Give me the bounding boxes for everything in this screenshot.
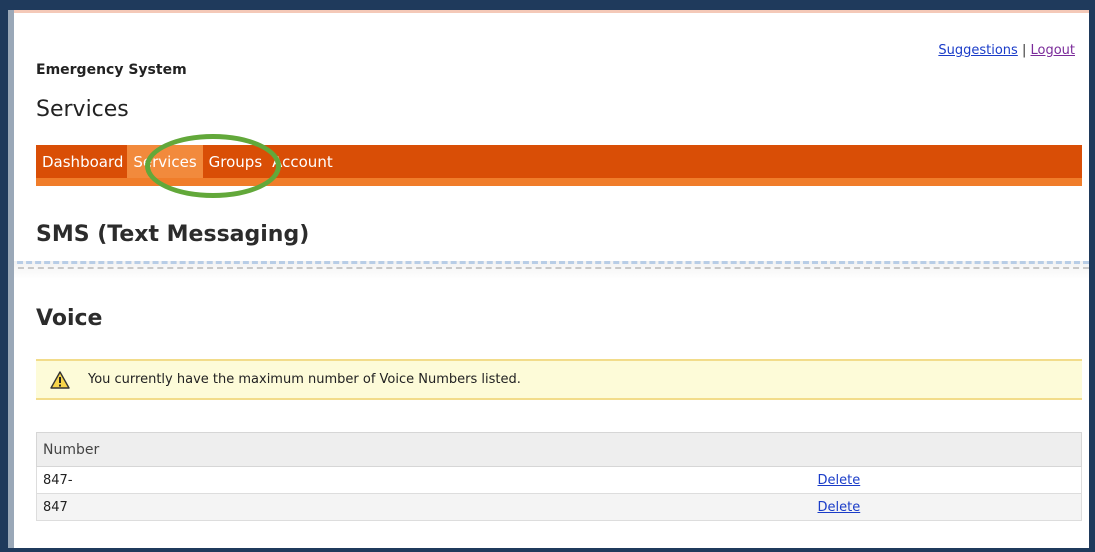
sms-section-title: SMS (Text Messaging) <box>36 222 310 247</box>
number-cell: 847- <box>36 466 812 494</box>
table-row: 847- Delete <box>36 466 1082 494</box>
table-row: 847 Delete <box>36 493 1082 521</box>
number-column-header: Number <box>36 432 1082 467</box>
system-name: Emergency System <box>36 62 187 78</box>
highlight-circle <box>145 134 281 198</box>
warning-icon <box>50 370 70 389</box>
warning-banner: You currently have the maximum number of… <box>36 359 1082 400</box>
voice-section-title: Voice <box>36 306 103 331</box>
page-title: Services <box>36 97 129 122</box>
warning-message: You currently have the maximum number of… <box>88 372 521 387</box>
action-cell: Delete <box>811 493 1082 521</box>
voice-numbers-table: Number 847- Delete 847 Delete <box>36 432 1082 521</box>
nav-item-dashboard[interactable]: Dashboard <box>36 145 127 178</box>
browser-page: Suggestions | Logout Emergency System Se… <box>8 10 1089 548</box>
logout-link[interactable]: Logout <box>1030 43 1075 58</box>
top-border <box>14 10 1089 13</box>
page-break-divider <box>14 261 1089 279</box>
suggestions-link[interactable]: Suggestions <box>938 43 1017 58</box>
link-separator: | <box>1021 43 1027 58</box>
action-cell: Delete <box>811 466 1082 494</box>
header-links: Suggestions | Logout <box>938 43 1075 58</box>
delete-link[interactable]: Delete <box>818 473 861 488</box>
table-header-row: Number <box>36 432 1082 467</box>
number-cell: 847 <box>36 493 812 521</box>
delete-link[interactable]: Delete <box>818 500 861 515</box>
